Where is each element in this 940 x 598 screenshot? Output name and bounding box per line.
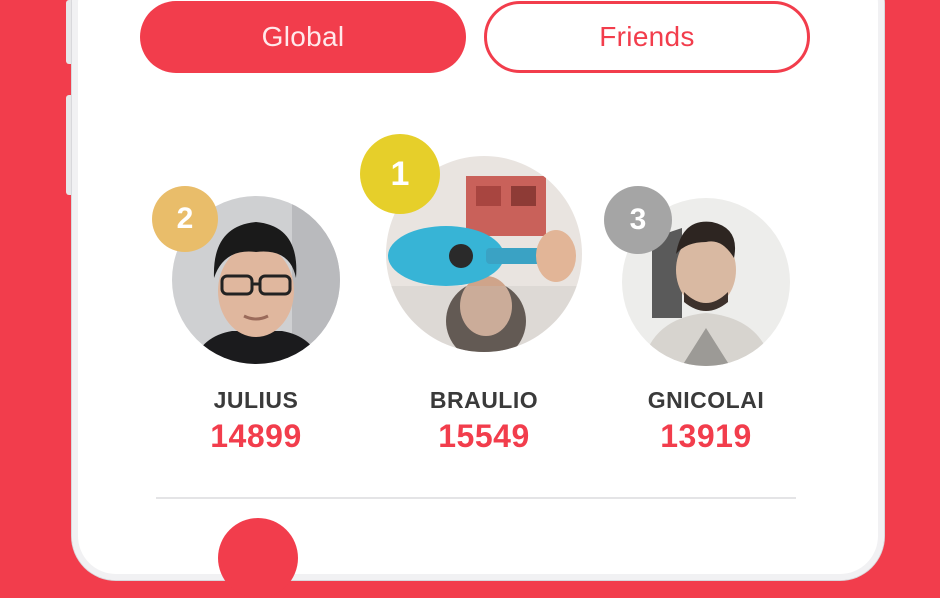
- leaderboard-screen: Global Friends 2 JULIUS 14899 1 BRAULIO …: [84, 0, 874, 598]
- tab-global-label: Global: [261, 21, 345, 52]
- player-score: 15549: [438, 418, 530, 454]
- rank-badge: 2: [152, 186, 218, 252]
- tab-friends[interactable]: Friends: [484, 1, 810, 73]
- player-name: BRAULIO: [429, 387, 539, 413]
- player-score: 14899: [210, 418, 302, 454]
- player-name: GNICOLAI: [647, 387, 765, 413]
- next-rank-badge: [218, 518, 298, 598]
- rank-badge: 1: [360, 134, 440, 214]
- list-divider: [156, 497, 796, 499]
- tab-friends-label: Friends: [599, 21, 695, 52]
- player-score: 13919: [660, 418, 752, 454]
- player-name: JULIUS: [213, 387, 299, 413]
- tab-global[interactable]: Global: [140, 1, 466, 73]
- rank-badge: 3: [604, 186, 672, 254]
